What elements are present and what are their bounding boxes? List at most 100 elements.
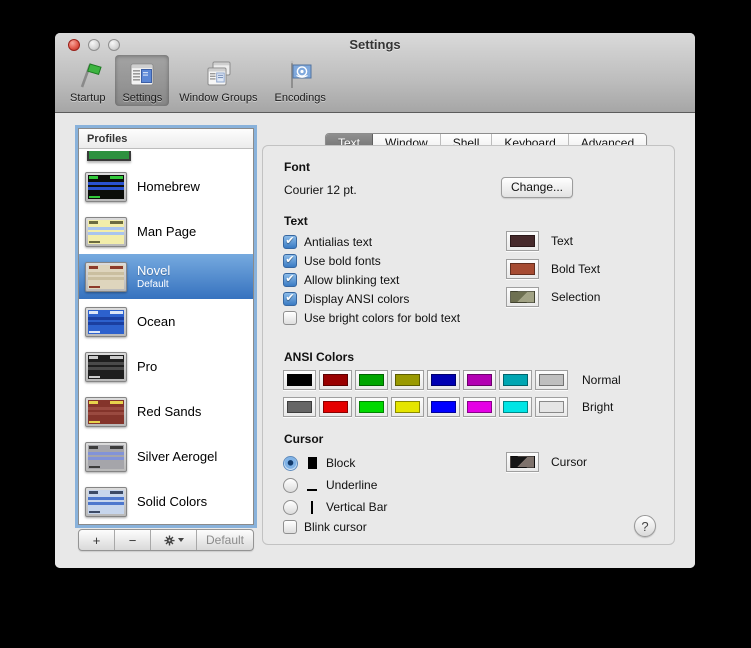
toolbar-item-settings[interactable]: Settings bbox=[115, 55, 170, 106]
ansi-row-label: Normal bbox=[582, 373, 621, 387]
text-heading: Text bbox=[284, 214, 308, 228]
checkbox-row[interactable]: Antialias text bbox=[283, 232, 460, 251]
font-value: Courier 12 pt. bbox=[284, 183, 357, 197]
profile-name: Red Sands bbox=[137, 404, 202, 419]
cursor-radio-row[interactable]: Block bbox=[283, 452, 387, 474]
checkbox-label: Blink cursor bbox=[304, 520, 367, 534]
profile-list-item[interactable]: Man Page bbox=[79, 209, 253, 254]
profiles-header: Profiles bbox=[79, 129, 253, 149]
profile-thumbnail bbox=[85, 486, 127, 517]
ansi-color-well[interactable] bbox=[427, 397, 460, 417]
checkbox-row[interactable]: Use bright colors for bold text bbox=[283, 308, 460, 327]
window-content: Profiles Homebrew Man Page Novel Default… bbox=[55, 114, 695, 568]
cursor-radio-row[interactable]: Vertical Bar bbox=[283, 496, 387, 518]
profile-thumbnail bbox=[85, 306, 127, 337]
settings-window-icon bbox=[130, 63, 154, 86]
ansi-color-well[interactable] bbox=[391, 397, 424, 417]
profile-list: Homebrew Man Page Novel Default Ocean Pr… bbox=[79, 164, 253, 524]
toolbar-item-label: Startup bbox=[70, 92, 106, 104]
radio-button[interactable] bbox=[283, 455, 298, 471]
profile-list-item[interactable]: Red Sands bbox=[79, 389, 253, 434]
radio-button[interactable] bbox=[283, 477, 298, 493]
blink-cursor-checkbox[interactable]: Blink cursor bbox=[283, 520, 367, 534]
ansi-color-well[interactable] bbox=[355, 397, 388, 417]
profile-name: Solid Colors bbox=[137, 494, 208, 509]
profile-list-item[interactable]: Homebrew bbox=[79, 164, 253, 209]
color-well-row: Selection bbox=[506, 287, 600, 307]
profile-thumbnail bbox=[85, 396, 127, 427]
ansi-color-well[interactable] bbox=[499, 370, 532, 390]
partial-profile-thumb bbox=[87, 151, 131, 161]
profile-action-menu-button[interactable] bbox=[151, 530, 197, 550]
text-checkbox-list: Antialias text Use bold fonts Allow blin… bbox=[283, 232, 460, 327]
startup-flag-icon bbox=[80, 62, 102, 88]
window-title: Settings bbox=[349, 37, 401, 52]
checkbox[interactable] bbox=[283, 234, 297, 249]
checkbox-label: Antialias text bbox=[304, 234, 373, 249]
color-well-label: Bold Text bbox=[551, 262, 601, 276]
ansi-color-well[interactable] bbox=[283, 397, 316, 417]
ansi-color-row: Normal bbox=[283, 370, 621, 390]
ansi-color-well[interactable] bbox=[319, 397, 352, 417]
window-groups-icon bbox=[207, 61, 231, 86]
toolbar-item-encodings[interactable]: Encodings bbox=[267, 55, 332, 106]
encodings-flag-icon bbox=[290, 60, 312, 88]
text-color-wells: Text Bold Text Selection bbox=[506, 231, 600, 315]
help-button[interactable]: ? bbox=[634, 515, 656, 537]
checkbox-label: Display ANSI colors bbox=[304, 291, 410, 306]
ansi-color-well[interactable] bbox=[535, 370, 568, 390]
color-well[interactable] bbox=[506, 452, 539, 472]
radio-button[interactable] bbox=[283, 499, 298, 515]
add-profile-button[interactable]: + bbox=[79, 530, 115, 550]
profile-list-item[interactable]: Silver Aerogel bbox=[79, 434, 253, 479]
profile-name: Homebrew bbox=[137, 179, 200, 194]
profile-list-item[interactable]: Pro bbox=[79, 344, 253, 389]
cursor-style-glyph bbox=[306, 501, 318, 514]
color-well-row: Text bbox=[506, 231, 600, 251]
color-well[interactable] bbox=[506, 259, 539, 279]
profile-list-item[interactable]: Solid Colors bbox=[79, 479, 253, 524]
profile-list-item[interactable]: Ocean bbox=[79, 299, 253, 344]
checkbox-row[interactable]: Display ANSI colors bbox=[283, 289, 460, 308]
checkbox[interactable] bbox=[283, 520, 297, 534]
checkbox[interactable] bbox=[283, 291, 297, 306]
ansi-heading: ANSI Colors bbox=[284, 350, 355, 364]
toolbar: Startup Settings Window Groups Encodings bbox=[63, 55, 333, 106]
toolbar-item-label: Window Groups bbox=[179, 92, 258, 104]
cursor-heading: Cursor bbox=[284, 432, 324, 446]
ansi-color-well[interactable] bbox=[427, 370, 460, 390]
profile-thumbnail bbox=[85, 171, 127, 202]
color-well[interactable] bbox=[506, 287, 539, 307]
cursor-style-glyph bbox=[306, 480, 318, 491]
color-well-label: Text bbox=[551, 234, 574, 248]
default-profile-button[interactable]: Default bbox=[197, 530, 253, 550]
remove-profile-button[interactable]: − bbox=[115, 530, 151, 550]
color-well-label: Cursor bbox=[551, 455, 588, 469]
ansi-color-well[interactable] bbox=[391, 370, 424, 390]
profile-name: Pro bbox=[137, 359, 158, 374]
ansi-color-well[interactable] bbox=[319, 370, 352, 390]
cursor-radio-row[interactable]: Underline bbox=[283, 474, 387, 496]
checkbox-row[interactable]: Use bold fonts bbox=[283, 251, 460, 270]
ansi-color-well[interactable] bbox=[463, 370, 496, 390]
profile-name: Novel bbox=[137, 263, 171, 278]
profiles-sidebar: Profiles Homebrew Man Page Novel Default… bbox=[78, 128, 254, 525]
ansi-color-well[interactable] bbox=[499, 397, 532, 417]
ansi-color-well[interactable] bbox=[355, 370, 388, 390]
ansi-color-well[interactable] bbox=[283, 370, 316, 390]
toolbar-item-window-groups[interactable]: Window Groups bbox=[172, 55, 264, 106]
checkbox-row[interactable]: Allow blinking text bbox=[283, 270, 460, 289]
checkbox[interactable] bbox=[283, 310, 297, 325]
color-well[interactable] bbox=[506, 231, 539, 251]
ansi-color-row: Bright bbox=[283, 397, 621, 417]
color-well-label: Selection bbox=[551, 290, 601, 304]
ansi-color-well[interactable] bbox=[535, 397, 568, 417]
radio-label: Vertical Bar bbox=[326, 500, 388, 514]
profile-list-item[interactable]: Novel Default bbox=[79, 254, 253, 299]
checkbox[interactable] bbox=[283, 253, 297, 268]
change-font-button[interactable]: Change... bbox=[501, 177, 573, 198]
toolbar-item-startup[interactable]: Startup bbox=[63, 55, 112, 106]
profile-thumbnail bbox=[85, 351, 127, 382]
ansi-color-well[interactable] bbox=[463, 397, 496, 417]
checkbox[interactable] bbox=[283, 272, 297, 287]
